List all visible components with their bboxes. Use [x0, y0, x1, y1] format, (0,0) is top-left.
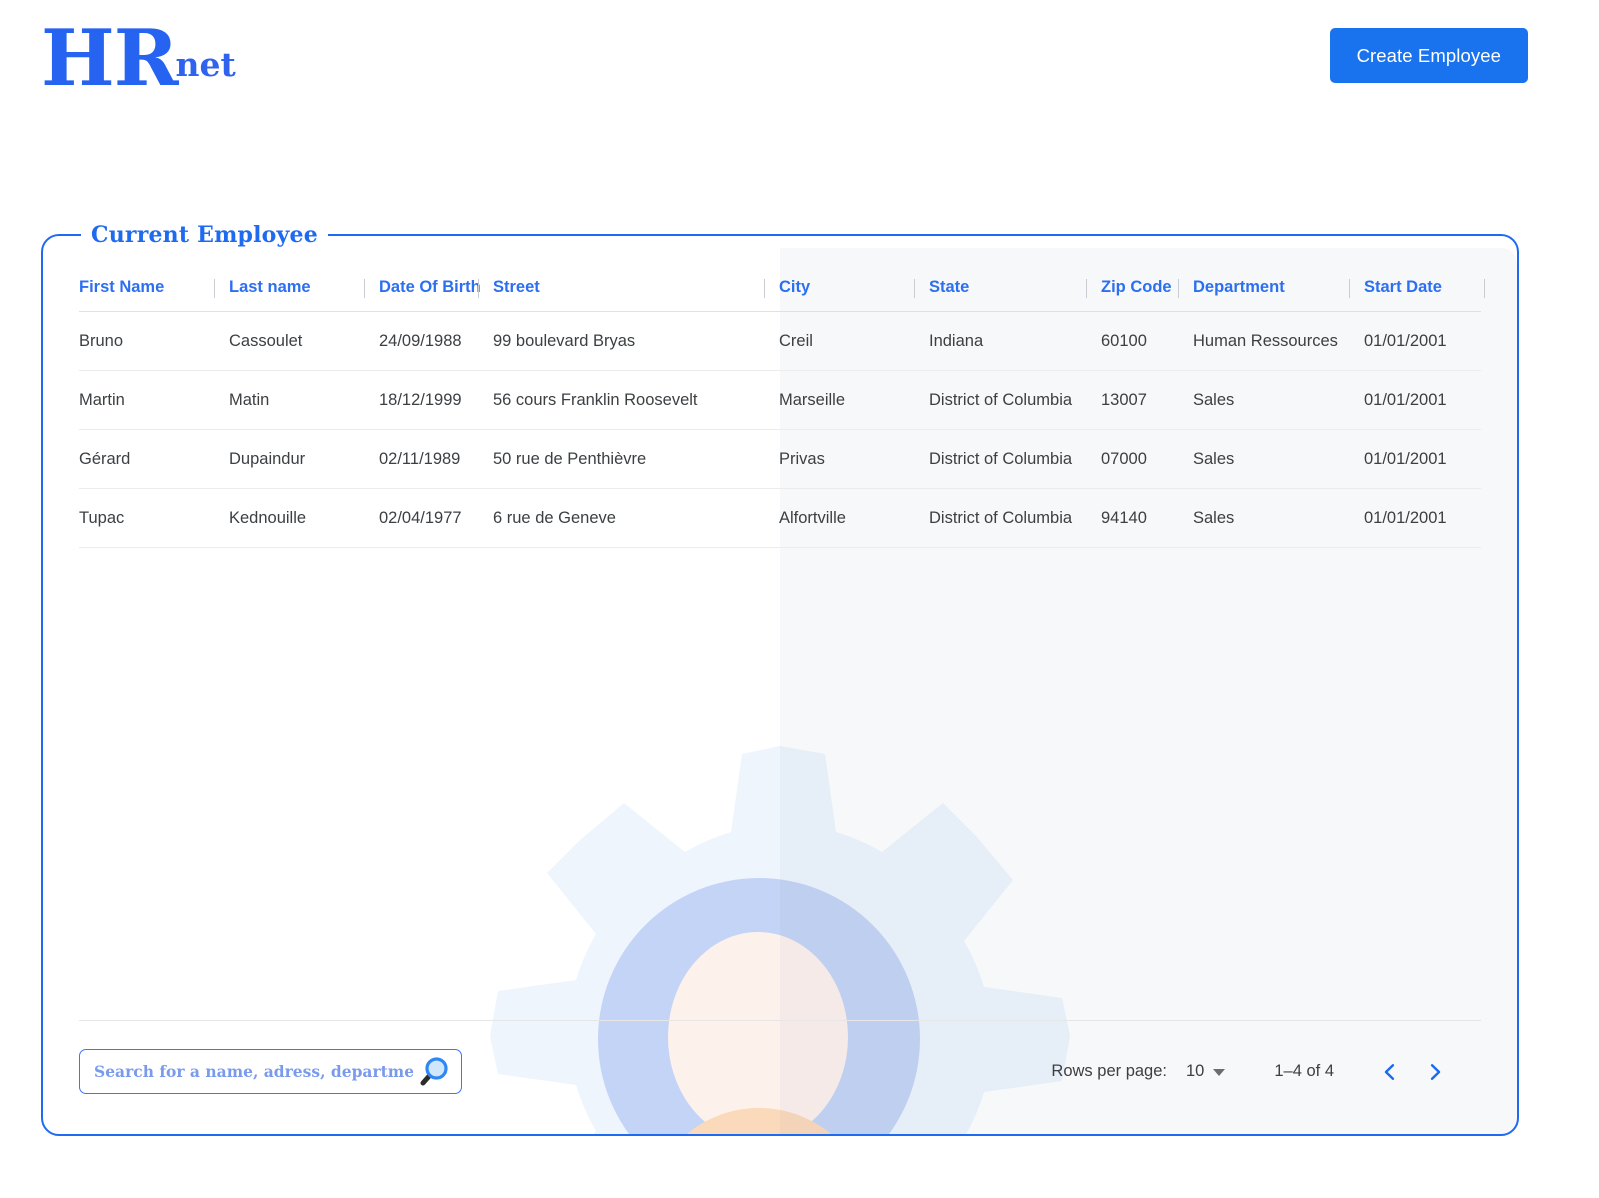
- column-header-state[interactable]: State: [914, 278, 1101, 312]
- search-container: [79, 1049, 462, 1094]
- cell-department: Human Ressources: [1193, 311, 1364, 371]
- page-header: HR net Create Employee: [0, 0, 1599, 130]
- table-body: Bruno Cassoulet 24/09/1988 99 boulevard …: [79, 311, 1481, 548]
- cell-state: District of Columbia: [929, 488, 1101, 548]
- cell-first-name: Gérard: [79, 429, 229, 489]
- cell-date-of-birth: 24/09/1988: [379, 311, 493, 371]
- column-divider: [1178, 279, 1179, 298]
- cell-street: 99 boulevard Bryas: [493, 311, 779, 371]
- cell-zip-code: 07000: [1101, 429, 1193, 489]
- cell-state: Indiana: [929, 311, 1101, 371]
- column-header-first-name[interactable]: First Name: [79, 278, 229, 312]
- chevron-left-icon: [1384, 1063, 1395, 1080]
- pagination-range: 1–4 of 4: [1274, 1062, 1334, 1080]
- column-header-city[interactable]: City: [764, 278, 929, 312]
- column-header-label: State: [929, 278, 970, 296]
- column-header-date-of-birth[interactable]: Date Of Birth: [364, 278, 493, 312]
- column-divider: [1349, 279, 1350, 298]
- column-header-department[interactable]: Department: [1178, 278, 1364, 312]
- cell-date-of-birth: 02/11/1989: [379, 429, 493, 489]
- search-input[interactable]: [79, 1049, 462, 1094]
- hrnet-logo: HR net: [41, 18, 236, 100]
- column-divider: [914, 279, 915, 298]
- column-header-label: Start Date: [1364, 278, 1442, 296]
- table-row[interactable]: Bruno Cassoulet 24/09/1988 99 boulevard …: [79, 311, 1481, 371]
- column-header-label: Street: [493, 278, 540, 296]
- cell-last-name: Cassoulet: [229, 311, 379, 371]
- column-header-label: City: [779, 278, 811, 296]
- employee-table: First Name Last name Date Of Birth Stree…: [79, 278, 1485, 548]
- cell-city: Creil: [779, 311, 929, 371]
- column-header-label: Zip Code: [1101, 278, 1172, 296]
- cell-city: Alfortville: [779, 488, 929, 548]
- column-divider: [478, 279, 479, 298]
- rows-per-page-select[interactable]: 10: [1186, 1062, 1226, 1081]
- cell-street: 56 cours Franklin Roosevelt: [493, 370, 779, 430]
- column-header-label: Department: [1193, 278, 1285, 296]
- employee-table-container: First Name Last name Date Of Birth Stree…: [79, 278, 1485, 548]
- cell-state: District of Columbia: [929, 370, 1101, 430]
- cell-zip-code: 94140: [1101, 488, 1193, 548]
- next-page-button[interactable]: [1417, 1054, 1453, 1090]
- column-header-street[interactable]: Street: [478, 278, 779, 312]
- cell-date-of-birth: 18/12/1999: [379, 370, 493, 430]
- table-head: First Name Last name Date Of Birth Stree…: [79, 278, 1485, 312]
- cell-department: Sales: [1193, 488, 1364, 548]
- cell-street: 50 rue de Penthièvre: [493, 429, 779, 489]
- logo-main-text: HR: [41, 13, 179, 104]
- table-row[interactable]: Gérard Dupaindur 02/11/1989 50 rue de Pe…: [79, 429, 1481, 489]
- column-header-start-date[interactable]: Start Date: [1349, 278, 1485, 312]
- cell-zip-code: 13007: [1101, 370, 1193, 430]
- chevron-right-icon: [1430, 1063, 1441, 1080]
- previous-page-button[interactable]: [1372, 1054, 1408, 1090]
- column-divider: [364, 279, 365, 298]
- logo-sub-text: net: [175, 45, 236, 84]
- column-header-last-name[interactable]: Last name: [214, 278, 379, 312]
- cell-department: Sales: [1193, 370, 1364, 430]
- cell-city: Privas: [779, 429, 929, 489]
- cell-last-name: Matin: [229, 370, 379, 430]
- cell-last-name: Dupaindur: [229, 429, 379, 489]
- current-employee-card: Current Employee First Name Last name Da…: [41, 222, 1519, 1136]
- column-header-label: Date Of Birth: [379, 278, 481, 296]
- column-divider: [1086, 279, 1087, 298]
- app-root: HR net Create Employee Current Employee: [0, 0, 1599, 1198]
- rows-per-page-label: Rows per page:: [1051, 1062, 1167, 1080]
- cell-start-date: 01/01/2001: [1364, 429, 1481, 489]
- cell-start-date: 01/01/2001: [1364, 370, 1481, 430]
- cell-first-name: Bruno: [79, 311, 229, 371]
- cell-start-date: 01/01/2001: [1364, 488, 1481, 548]
- table-row[interactable]: Martin Matin 18/12/1999 56 cours Frankli…: [79, 370, 1481, 430]
- cell-street: 6 rue de Geneve: [493, 488, 779, 548]
- cell-last-name: Kednouille: [229, 488, 379, 548]
- pagination-controls: Rows per page: 10 1–4 of 4: [1051, 1054, 1481, 1090]
- column-divider: [214, 279, 215, 298]
- table-row[interactable]: Tupac Kednouille 02/04/1977 6 rue de Gen…: [79, 488, 1481, 548]
- table-header-row: First Name Last name Date Of Birth Stree…: [79, 278, 1485, 312]
- cell-first-name: Martin: [79, 370, 229, 430]
- card-legend: Current Employee: [91, 222, 318, 248]
- column-divider-end: [1484, 279, 1485, 298]
- column-divider: [764, 279, 765, 298]
- cell-city: Marseille: [779, 370, 929, 430]
- create-employee-button[interactable]: Create Employee: [1329, 28, 1528, 83]
- cell-zip-code: 60100: [1101, 311, 1193, 371]
- column-header-zip-code[interactable]: Zip Code: [1086, 278, 1193, 312]
- cell-start-date: 01/01/2001: [1364, 311, 1481, 371]
- cell-first-name: Tupac: [79, 488, 229, 548]
- chevron-down-icon: [1213, 1069, 1226, 1076]
- cell-date-of-birth: 02/04/1977: [379, 488, 493, 548]
- cell-department: Sales: [1193, 429, 1364, 489]
- cell-state: District of Columbia: [929, 429, 1101, 489]
- column-header-label: Last name: [229, 278, 311, 296]
- table-footer: Rows per page: 10 1–4 of 4: [79, 1020, 1481, 1116]
- rows-per-page-value: 10: [1186, 1062, 1205, 1080]
- column-header-label: First Name: [79, 278, 165, 296]
